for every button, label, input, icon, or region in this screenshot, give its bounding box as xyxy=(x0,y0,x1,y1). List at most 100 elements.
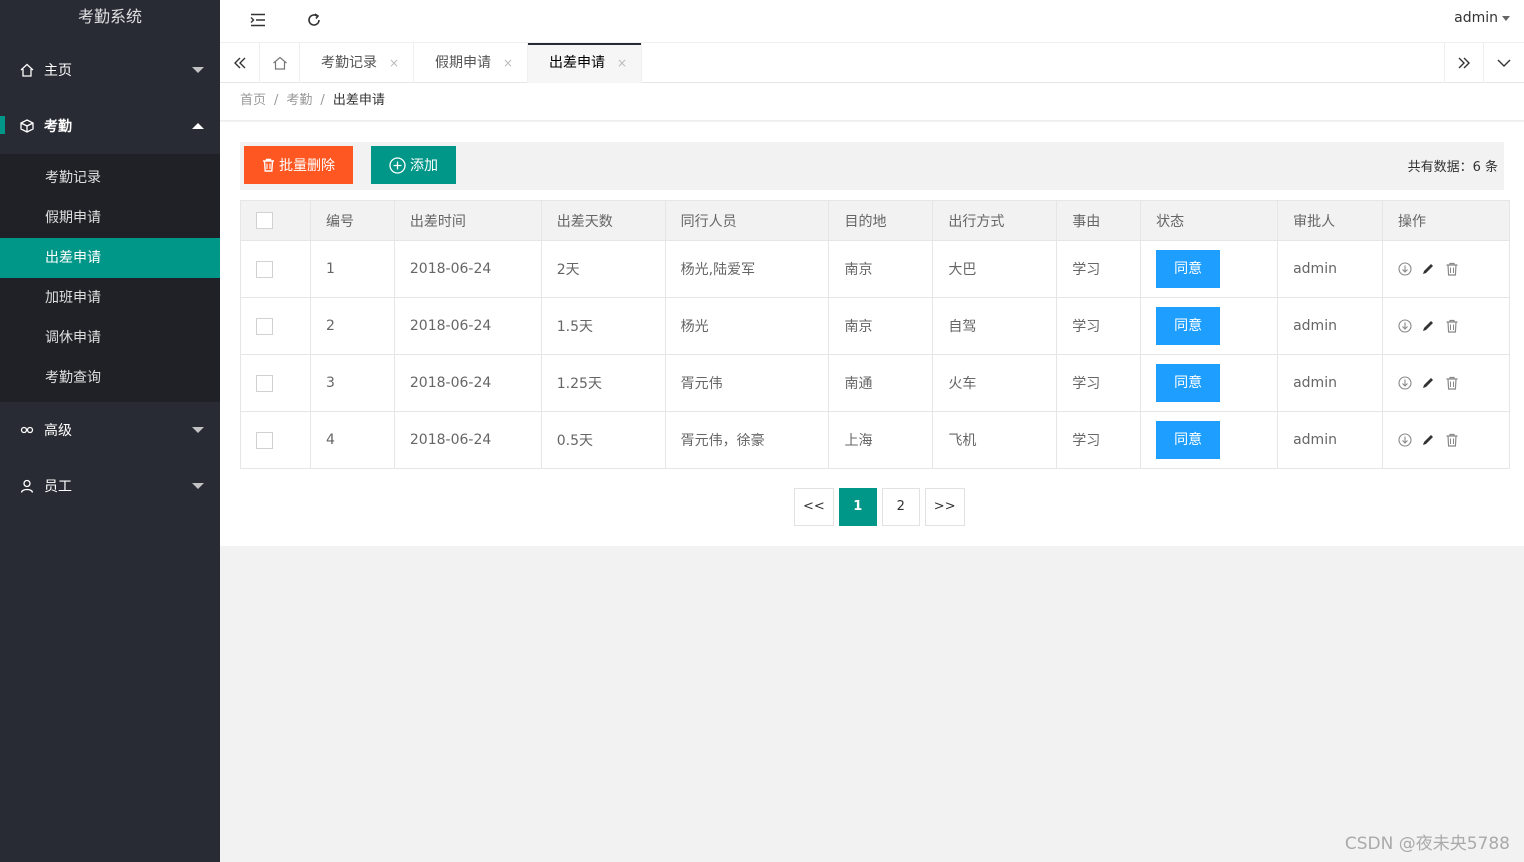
table-row: 4 2018-06-24 0.5天 胥元伟，徐豪 上海 飞机 学习 同意 adm… xyxy=(240,411,1510,469)
status-agree-button[interactable]: 同意 xyxy=(1156,250,1221,288)
delete-icon[interactable] xyxy=(1445,319,1459,333)
table-row: 1 2018-06-24 2天 杨光,陆爱军 南京 大巴 学习 同意 admin xyxy=(240,240,1510,298)
sidebar-item-attendance[interactable]: 考勤 xyxy=(0,98,220,154)
chevron-up-icon xyxy=(192,123,204,129)
tab-label: 出差申请 xyxy=(549,55,605,71)
add-button[interactable]: 添加 xyxy=(371,146,456,184)
sidebar-item-employees[interactable]: 员工 xyxy=(0,458,220,514)
tab-label: 假期申请 xyxy=(435,55,491,71)
cell-destination: 南京 xyxy=(828,240,934,298)
cell-transport: 火车 xyxy=(932,354,1058,412)
chevron-down-icon xyxy=(192,427,204,433)
download-icon[interactable] xyxy=(1398,319,1412,333)
user-menu[interactable]: admin xyxy=(1454,10,1510,26)
breadcrumb-section-link[interactable]: 考勤 xyxy=(286,93,312,108)
sidebar-subitem-overtime-request[interactable]: 加班申请 xyxy=(0,278,220,318)
cell-companions: 胥元伟，徐豪 xyxy=(664,411,830,469)
download-icon[interactable] xyxy=(1398,376,1412,390)
cell-id: 2 xyxy=(309,297,395,355)
sidebar-item-advanced[interactable]: 高级 xyxy=(0,402,220,458)
sidebar-item-home[interactable]: 主页 xyxy=(0,42,220,98)
select-all-checkbox[interactable] xyxy=(256,212,273,229)
trash-icon xyxy=(262,158,275,172)
download-icon[interactable] xyxy=(1398,262,1412,276)
cell-approver: admin xyxy=(1277,240,1384,298)
edit-icon[interactable] xyxy=(1421,376,1435,390)
refresh-icon[interactable] xyxy=(302,8,326,32)
column-header: 编号 xyxy=(309,200,395,241)
toolbar: 批量删除 添加 共有数据：6 条 xyxy=(240,142,1504,190)
column-header: 出差天数 xyxy=(540,200,666,241)
username: admin xyxy=(1454,10,1498,26)
select-all-cell xyxy=(240,200,311,241)
cell-date: 2018-06-24 xyxy=(393,240,542,298)
cell-days: 0.5天 xyxy=(540,411,666,469)
delete-icon[interactable] xyxy=(1445,376,1459,390)
tabs-scroll-left-icon[interactable] xyxy=(220,43,260,83)
tabs-scroll-right-icon[interactable] xyxy=(1444,43,1484,83)
pagination-page-1[interactable]: 1 xyxy=(838,488,877,526)
pagination-prev[interactable]: << xyxy=(794,488,834,526)
row-checkbox[interactable] xyxy=(256,317,273,335)
cell-reason: 学习 xyxy=(1056,297,1142,355)
sidebar-item-label: 高级 xyxy=(44,423,72,439)
edit-icon[interactable] xyxy=(1421,262,1435,276)
attendance-submenu: 考勤记录 假期申请 出差申请 加班申请 调休申请 考勤查询 xyxy=(0,154,220,402)
row-checkbox[interactable] xyxy=(256,431,273,449)
tabs-menu-chevron-down-icon[interactable] xyxy=(1484,43,1524,83)
tab-attendance-records[interactable]: 考勤记录 × xyxy=(300,43,414,83)
pagination-next[interactable]: >> xyxy=(924,488,965,526)
pagination-page-2[interactable]: 2 xyxy=(881,488,920,526)
tab-bar: 考勤记录 × 假期申请 × 出差申请 × xyxy=(220,42,1524,83)
row-checkbox[interactable] xyxy=(256,260,273,278)
total-count: 共有数据：6 条 xyxy=(1407,160,1498,175)
status-agree-button[interactable]: 同意 xyxy=(1156,421,1221,459)
status-agree-button[interactable]: 同意 xyxy=(1156,364,1221,402)
tab-business-trip[interactable]: 出差申请 × xyxy=(528,43,642,83)
sidebar-subitem-business-trip[interactable]: 出差申请 xyxy=(0,238,220,278)
sidebar-subitem-compensatory-leave[interactable]: 调休申请 xyxy=(0,318,220,358)
cell-approver: admin xyxy=(1277,411,1384,469)
cell-days: 1.5天 xyxy=(540,297,666,355)
batch-delete-label: 批量删除 xyxy=(279,157,335,173)
close-icon[interactable]: × xyxy=(389,43,399,83)
delete-icon[interactable] xyxy=(1445,433,1459,447)
sidebar-item-label: 员工 xyxy=(44,479,72,495)
close-icon[interactable]: × xyxy=(503,43,513,83)
sidebar-subitem-leave-request[interactable]: 假期申请 xyxy=(0,198,220,238)
link-icon xyxy=(20,423,34,437)
open-tabs: 考勤记录 × 假期申请 × 出差申请 × xyxy=(300,43,642,83)
cell-reason: 学习 xyxy=(1056,354,1142,412)
status-agree-button[interactable]: 同意 xyxy=(1156,307,1221,345)
breadcrumb-home-link[interactable]: 首页 xyxy=(240,93,266,108)
sidebar-subitem-attendance-query[interactable]: 考勤查询 xyxy=(0,358,220,398)
row-actions xyxy=(1382,297,1510,355)
menu-fold-icon[interactable] xyxy=(246,8,270,32)
sidebar: 考勤系统 主页 考勤 考勤记录 假期申请 出差申请 加班申请 调休申请 考勤查询… xyxy=(0,0,220,862)
column-header: 出行方式 xyxy=(932,200,1058,241)
column-header: 状态 xyxy=(1140,200,1279,241)
cell-companions: 杨光 xyxy=(664,297,830,355)
cell-companions: 杨光,陆爱军 xyxy=(664,240,830,298)
cell-transport: 自驾 xyxy=(932,297,1058,355)
sidebar-item-label: 考勤 xyxy=(44,119,72,135)
user-icon xyxy=(20,479,34,493)
cell-destination: 南京 xyxy=(828,297,934,355)
delete-icon[interactable] xyxy=(1445,262,1459,276)
edit-icon[interactable] xyxy=(1421,433,1435,447)
cube-icon xyxy=(20,119,34,133)
cell-approver: admin xyxy=(1277,297,1384,355)
tab-leave-request[interactable]: 假期申请 × xyxy=(414,43,528,83)
row-checkbox[interactable] xyxy=(256,374,273,392)
row-actions xyxy=(1382,411,1510,469)
edit-icon[interactable] xyxy=(1421,319,1435,333)
cell-reason: 学习 xyxy=(1056,240,1142,298)
cell-days: 2天 xyxy=(540,240,666,298)
sidebar-subitem-attendance-records[interactable]: 考勤记录 xyxy=(0,158,220,198)
close-icon[interactable]: × xyxy=(617,43,627,83)
download-icon[interactable] xyxy=(1398,433,1412,447)
home-tab-icon[interactable] xyxy=(260,43,300,83)
cell-date: 2018-06-24 xyxy=(393,354,542,412)
batch-delete-button[interactable]: 批量删除 xyxy=(244,146,353,184)
watermark: CSDN @夜未央5788 xyxy=(1344,834,1510,854)
